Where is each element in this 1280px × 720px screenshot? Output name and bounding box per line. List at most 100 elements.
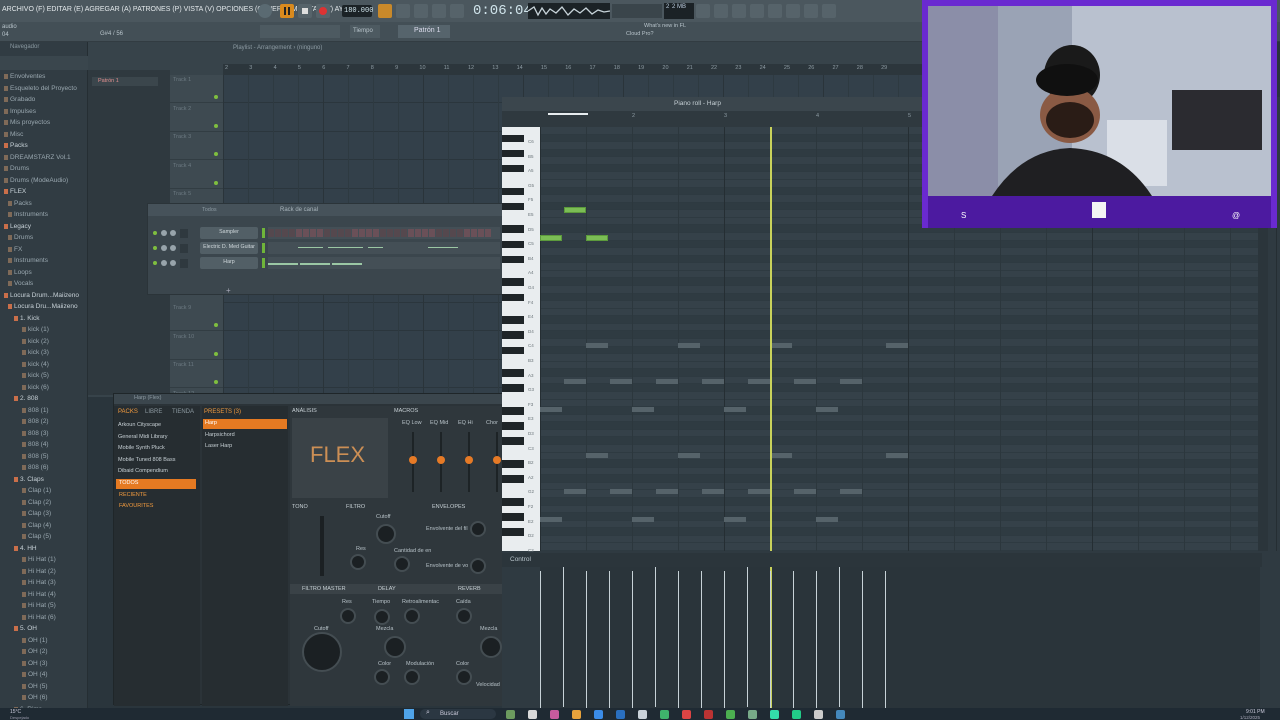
black-key[interactable] [502,134,524,143]
taskbar-app-icon[interactable] [638,710,647,719]
piano-roll-preview[interactable] [268,242,500,254]
pack-filter[interactable]: FAVOURITES [116,502,196,512]
step-button[interactable] [303,229,309,237]
step-button[interactable] [457,229,463,237]
step-button[interactable] [282,229,288,237]
browser-item[interactable]: Drums (ModeAudio) [0,176,88,187]
microphone-button[interactable] [732,4,746,18]
browser-item[interactable]: Hi Hat (3) [0,578,88,589]
track-header[interactable]: Track 9 [170,303,223,331]
metronome-button[interactable] [378,4,392,18]
taskbar-app-icon[interactable] [594,710,603,719]
knob[interactable] [480,636,502,658]
velocity-lane[interactable] [540,567,1260,711]
mixer-button[interactable] [768,4,782,18]
browser-item[interactable]: Clap (3) [0,509,88,520]
browser-item[interactable]: kick (1) [0,325,88,336]
stop-button[interactable] [298,4,312,18]
browser-item[interactable]: Misc [0,130,88,141]
step-button[interactable] [436,229,442,237]
velocity-bar[interactable] [816,571,817,711]
channel-name-button[interactable]: Harp [200,257,258,269]
velocity-bar[interactable] [701,571,702,711]
loop-record-button[interactable] [396,4,410,18]
browser-item[interactable]: Grabado [0,95,88,106]
knob[interactable] [374,609,390,625]
browser-item[interactable]: Legacy [0,222,88,233]
piano-roll-preview[interactable] [268,257,500,269]
preset-item[interactable]: Laser Harp [203,442,287,452]
browser-item[interactable]: OH (5) [0,682,88,693]
channel-led[interactable] [153,261,157,265]
countdown-button[interactable] [414,4,428,18]
knob[interactable] [404,669,420,685]
browser-item[interactable]: 808 (1) [0,406,88,417]
browser-item[interactable]: FX [0,245,88,256]
knob[interactable] [374,669,390,685]
browser-item[interactable]: DREAMSTARZ Vol.1 [0,153,88,164]
black-key[interactable] [502,407,524,415]
browser-item[interactable]: Clap (5) [0,532,88,543]
knob[interactable] [456,669,472,685]
step-button[interactable] [450,229,456,237]
track-header[interactable]: Track 2 [170,104,223,132]
preset-item[interactable]: Harpsichord [203,431,287,441]
taskbar-app-icon[interactable] [550,710,559,719]
tool-button-5[interactable] [804,4,818,18]
tone-slider[interactable] [320,516,324,576]
knob[interactable] [302,632,342,672]
step-button[interactable] [331,229,337,237]
channel-select[interactable] [262,258,265,268]
tool-button-1[interactable] [696,4,710,18]
step-button[interactable] [310,229,316,237]
browser-item[interactable]: Esqueleto del Proyecto [0,84,88,95]
track-header[interactable]: Track 1 [170,75,223,103]
step-button[interactable] [485,229,491,237]
piano-roll-preview[interactable] [268,227,500,239]
channel-name-button[interactable]: Sampler [200,227,258,239]
velocity-bar[interactable] [770,571,771,711]
browser-item[interactable]: OH (4) [0,670,88,681]
track-header[interactable]: Track 3 [170,132,223,160]
browser-item[interactable]: OH (1) [0,636,88,647]
knob[interactable] [340,608,356,624]
taskbar-app-icon[interactable] [506,710,515,719]
macro-slider-handle[interactable] [493,456,501,464]
black-key[interactable] [502,187,524,196]
download-button[interactable] [822,4,836,18]
step-button[interactable] [471,229,477,237]
track-header[interactable]: Track 10 [170,332,223,360]
channel-name-button[interactable]: Electric D. Med Guitar [200,242,258,254]
track-active-led[interactable] [214,351,218,356]
velocity-bar[interactable] [540,571,541,711]
browser-item[interactable]: FLEX [0,187,88,198]
presets-tab[interactable]: PRESETS (3) [204,409,241,415]
black-key[interactable] [502,437,524,445]
flex-tab[interactable]: TIENDA [172,409,194,415]
browser-item[interactable]: 2. 808 [0,394,88,405]
black-key[interactable] [502,331,524,339]
knob[interactable] [376,524,396,544]
velocity-bar[interactable] [655,567,656,707]
browser-item[interactable]: Mis proyectos [0,118,88,129]
step-button[interactable] [464,229,470,237]
browser-item[interactable]: Impulses [0,107,88,118]
track-active-led[interactable] [214,323,218,327]
pack-filter[interactable]: RECIENTE [116,491,196,501]
step-button[interactable] [324,229,330,237]
channel-vol-knob[interactable] [170,245,176,251]
black-key[interactable] [502,369,524,377]
browser-item[interactable]: Locura Drum...Maiizeno [0,291,88,302]
track-header[interactable]: Track 11 [170,360,223,388]
record-button[interactable] [316,4,330,18]
step-button[interactable] [380,229,386,237]
knob[interactable] [470,521,486,537]
black-key[interactable] [502,225,524,233]
step-button[interactable] [394,229,400,237]
track-active-led[interactable] [214,123,218,128]
channel-pan-knob[interactable] [161,230,167,236]
taskbar-app-icon[interactable] [836,710,845,719]
velocity-bar[interactable] [724,571,725,711]
pattern-selector[interactable]: Patrón 1 [398,25,450,38]
track-active-led[interactable] [214,380,218,384]
